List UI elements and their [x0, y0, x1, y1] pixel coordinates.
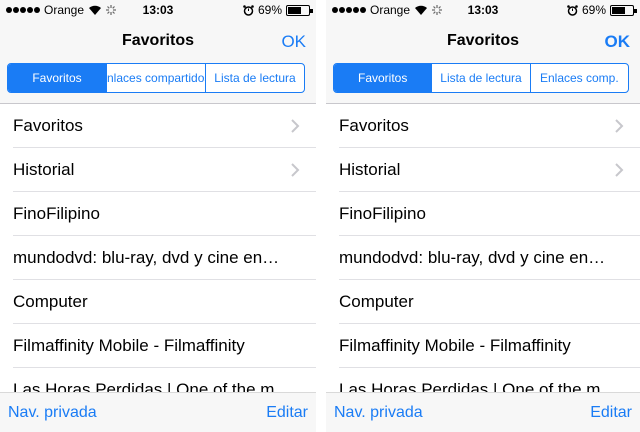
list-item[interactable]: mundodvd: blu-ray, dvd y cine en…	[326, 236, 640, 280]
list-item[interactable]: Las Horas Perdidas | One of the m	[326, 368, 640, 392]
list-item[interactable]: Computer	[0, 280, 316, 324]
list-item-label: Historial	[13, 160, 75, 179]
bookmarks-list: Favoritos Historial FinoFilipino mundodv…	[0, 104, 316, 392]
navigation-bar: Favoritos OK	[0, 22, 316, 62]
battery-percent: 69%	[581, 3, 606, 17]
chevron-right-icon	[615, 163, 624, 177]
list-item[interactable]: FinoFilipino	[0, 192, 316, 236]
status-right-group: 69%	[567, 3, 637, 17]
right-screenshot: Orange 13:03 69% Favoritos OK Favoritos …	[326, 0, 640, 432]
segment-lista-de-lectura[interactable]: Lista de lectura	[205, 64, 304, 92]
status-bar: Orange 13:03 69%	[0, 0, 316, 20]
page-title: Favoritos	[121, 32, 194, 49]
screenshot-gap	[316, 0, 326, 432]
chevron-right-icon	[615, 119, 624, 133]
bottom-toolbar: Nav. privada Editar	[0, 392, 316, 432]
list-item-label: Filmaffinity Mobile - Filmaffinity	[13, 336, 245, 355]
list-item-historial[interactable]: Historial	[0, 148, 316, 192]
list-item[interactable]: Filmaffinity Mobile - Filmaffinity	[0, 324, 316, 368]
list-item[interactable]: Computer	[326, 280, 640, 324]
segment-favoritos[interactable]: Favoritos	[8, 64, 106, 92]
segmented-control: Favoritos Lista de lectura Enlaces comp.	[333, 63, 629, 93]
battery-icon	[286, 4, 313, 16]
list-item[interactable]: FinoFilipino	[326, 192, 640, 236]
segmented-control: Favoritos nlaces compartidos Lista de le…	[7, 63, 305, 93]
list-item-label: mundodvd: blu-ray, dvd y cine en…	[13, 248, 280, 267]
navigation-bar: Favoritos OK	[326, 22, 640, 62]
segment-lista-de-lectura[interactable]: Lista de lectura	[431, 64, 529, 92]
list-item-label: FinoFilipino	[13, 204, 100, 223]
list-item-historial[interactable]: Historial	[326, 148, 640, 192]
chevron-right-icon	[291, 163, 300, 177]
list-item-label: Las Horas Perdidas | One of the m	[13, 380, 275, 392]
private-browsing-button[interactable]: Nav. privada	[334, 404, 423, 422]
segment-enlaces-comp[interactable]: Enlaces comp.	[529, 64, 628, 92]
list-item-favoritos[interactable]: Favoritos	[326, 104, 640, 148]
edit-button[interactable]: Editar	[590, 404, 632, 422]
alarm-icon	[567, 4, 578, 16]
list-item[interactable]: mundodvd: blu-ray, dvd y cine en…	[0, 236, 316, 280]
ok-button[interactable]: OK	[281, 32, 306, 52]
ok-button[interactable]: OK	[605, 32, 631, 52]
battery-percent: 69%	[257, 3, 282, 17]
list-item-label: Filmaffinity Mobile - Filmaffinity	[339, 336, 571, 355]
bottom-toolbar: Nav. privada Editar	[326, 392, 640, 432]
list-item-label: Las Horas Perdidas | One of the m	[339, 380, 601, 392]
list-item[interactable]: Filmaffinity Mobile - Filmaffinity	[326, 324, 640, 368]
bookmarks-list: Favoritos Historial FinoFilipino mundodv…	[326, 104, 640, 392]
segment-favoritos[interactable]: Favoritos	[334, 64, 432, 92]
list-item-favoritos[interactable]: Favoritos	[0, 104, 316, 148]
status-bar: Orange 13:03 69%	[326, 0, 640, 20]
list-item-label: FinoFilipino	[339, 204, 426, 223]
status-right-group: 69%	[243, 3, 313, 17]
edit-button[interactable]: Editar	[266, 404, 308, 422]
alarm-icon	[243, 4, 254, 16]
list-item-label: Historial	[339, 160, 401, 179]
private-browsing-button[interactable]: Nav. privada	[8, 404, 97, 422]
list-item-label: Favoritos	[339, 116, 409, 135]
page-title: Favoritos	[446, 32, 519, 49]
list-item-label: Computer	[13, 292, 88, 311]
list-item-label: Computer	[339, 292, 414, 311]
battery-icon	[610, 4, 637, 16]
list-item-label: Favoritos	[13, 116, 83, 135]
chevron-right-icon	[291, 119, 300, 133]
left-screenshot: Orange 13:03 69% Favoritos OK Favoritos …	[0, 0, 316, 432]
list-item[interactable]: Las Horas Perdidas | One of the m	[0, 368, 316, 392]
list-item-label: mundodvd: blu-ray, dvd y cine en…	[339, 248, 606, 267]
segment-enlaces-compartidos[interactable]: nlaces compartidos	[106, 64, 205, 92]
